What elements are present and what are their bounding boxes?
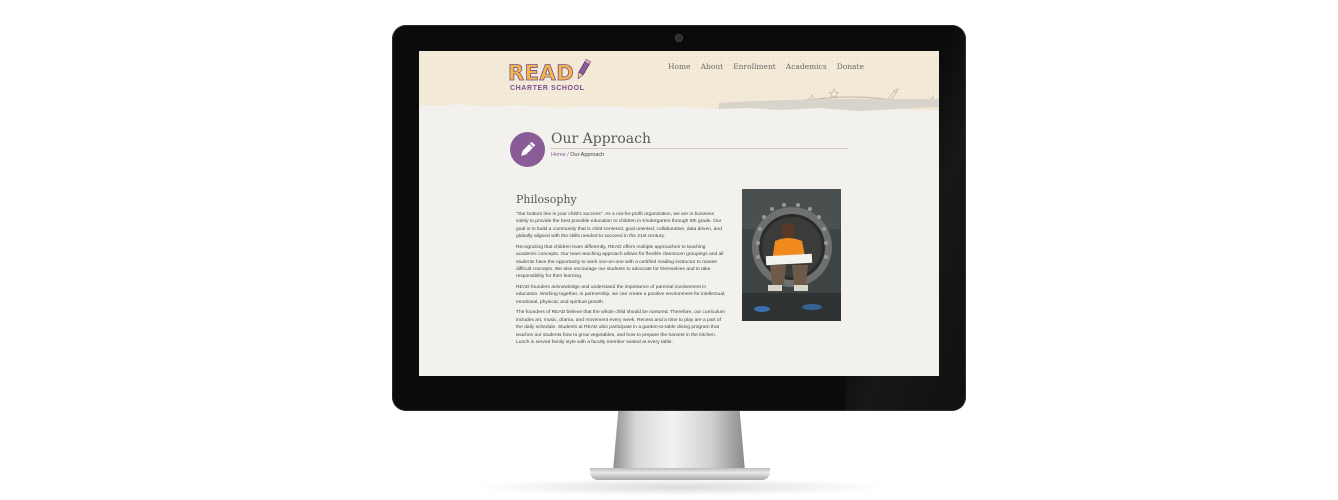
camera: [675, 34, 683, 42]
nav-donate[interactable]: Donate: [837, 62, 864, 71]
torn-paper-edge: [419, 99, 939, 119]
star-doodle-icon: [828, 88, 840, 99]
nav-academics[interactable]: Academics: [786, 62, 827, 71]
pencil-icon: [521, 141, 536, 156]
logo-wordmark: READ: [508, 61, 575, 85]
monitor-base: [590, 468, 770, 480]
pencil-icon: [577, 59, 592, 80]
site-logo[interactable]: READ CHARTER SCHOOL: [508, 57, 598, 97]
nav-enrollment[interactable]: Enrollment: [733, 62, 776, 71]
monitor-stand: [613, 411, 745, 471]
website-screen: READ CHARTER SCHOOL Home About Enrollmen…: [419, 51, 939, 376]
title-divider: [551, 148, 848, 149]
nav-about[interactable]: About: [701, 62, 724, 71]
floor-shadow: [470, 478, 890, 496]
breadcrumb: Home / Our Approach: [551, 152, 604, 158]
breadcrumb-home[interactable]: Home: [551, 152, 566, 158]
nav-home[interactable]: Home: [668, 62, 691, 71]
breadcrumb-current: Our Approach: [570, 152, 605, 158]
page-icon-badge: [510, 132, 545, 167]
paragraph: READ founders acknowledge and understand…: [516, 285, 726, 305]
main-nav: Home About Enrollment Academics Donate: [668, 62, 874, 71]
paragraph: Recognizing that children learn differen…: [516, 244, 724, 280]
section-heading: Philosophy: [516, 193, 577, 206]
logo-subtitle: CHARTER SCHOOL: [510, 85, 585, 92]
paragraph: "Our bottom line is your child's success…: [516, 212, 722, 240]
paragraph: The founders of READ believe that the wh…: [516, 310, 725, 346]
student-photo: [742, 189, 841, 321]
article-body: "Our bottom line is your child's success…: [516, 211, 726, 350]
photo-illustration: [742, 189, 841, 321]
page-title: Our Approach: [551, 131, 651, 147]
